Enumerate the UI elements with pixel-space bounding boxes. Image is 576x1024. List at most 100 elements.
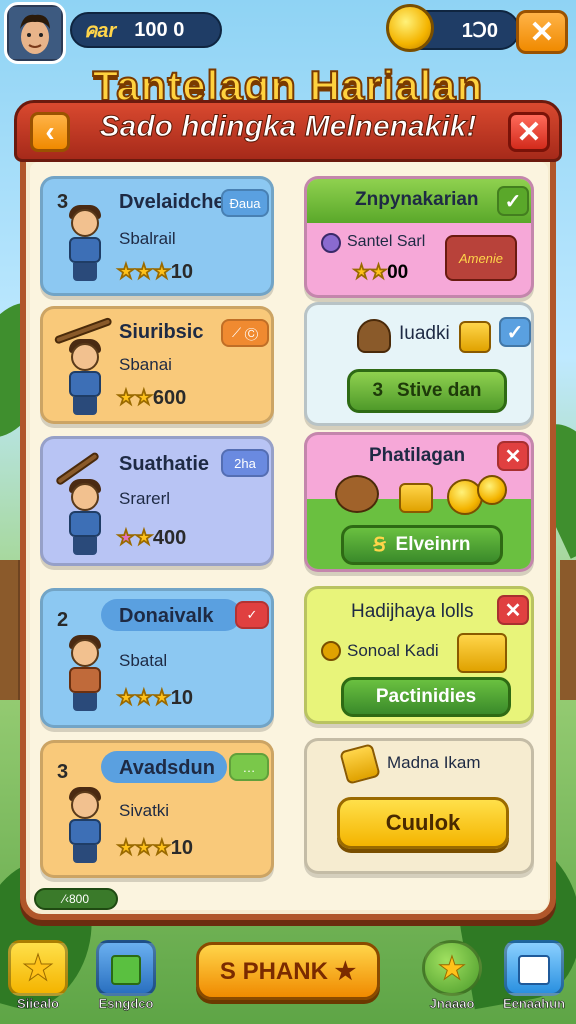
reward-title: Hadijhaya lolls — [351, 601, 474, 622]
quest-subtitle: Sbalrail — [119, 229, 176, 248]
progress-bar: ⁄‹800 — [34, 888, 118, 910]
star-icon: ★ — [117, 527, 136, 550]
reward-item: Iuadki — [399, 323, 450, 344]
gift-icon — [111, 955, 141, 985]
quest-tag[interactable]: Ɖaua — [221, 189, 269, 217]
claim-button-label: Stive dan — [397, 380, 482, 401]
gem-icon — [321, 641, 341, 661]
close-icon[interactable]: ✕ — [497, 595, 529, 625]
star-icon: ★★★ — [117, 261, 172, 284]
calendar-icon — [518, 955, 550, 985]
reward-badge: Amenie — [445, 235, 517, 281]
claim-button[interactable]: Pactinidies — [341, 677, 511, 717]
character-icon — [57, 335, 113, 423]
character-icon — [57, 783, 113, 871]
back-button[interactable]: ‹ — [30, 112, 70, 152]
star-icon: ★★ — [352, 262, 388, 284]
star-icon: ★ — [437, 950, 467, 987]
quest-number: 3 — [57, 761, 69, 783]
quest-subtitle: Sbatal — [119, 651, 168, 670]
gem-value: 1Ↄ0 — [461, 19, 498, 42]
check-icon[interactable]: ✓ — [497, 186, 529, 216]
reward-card[interactable]: Madna Ikam Cuulok — [304, 738, 534, 874]
panel-subtitle: Sado hdingka Melnenakik! — [99, 110, 477, 144]
sack-icon — [357, 319, 391, 353]
star-icon: ★ — [134, 527, 153, 550]
pet-icon — [335, 475, 379, 513]
gem-icon — [321, 233, 341, 253]
reward-card[interactable]: Phatilagan ✕ Ꞩ Elveinrn — [304, 432, 534, 572]
nav-button-eenaahun[interactable] — [504, 940, 564, 996]
reward-card[interactable]: Iuadki ✓ 3 Stive dan — [304, 302, 534, 426]
check-icon[interactable]: ✓ — [499, 317, 531, 347]
quest-reward: ★★400 — [117, 525, 187, 550]
gold-coin-icon — [386, 4, 434, 52]
close-panel-button[interactable]: ✕ — [508, 112, 550, 152]
chest-icon — [457, 633, 507, 673]
star-icon: ★ — [21, 947, 55, 989]
reward-card[interactable]: Hadijhaya lolls ✕ Sonoal Kadi Pactinidie… — [304, 586, 534, 724]
claim-button[interactable]: Ꞩ Elveinrn — [341, 525, 503, 565]
reward-value: 10 — [170, 837, 194, 859]
quest-card[interactable]: Siuribsic ⟋ Ⓒ Sbanai ★★600 — [40, 306, 274, 424]
claim-button-num: Ꞩ — [373, 534, 386, 556]
quest-card[interactable]: Suathatie 2ha Srarerl ★★400 — [40, 436, 274, 566]
quest-name: Siuribsic — [119, 321, 204, 343]
quest-tag[interactable]: 2ha — [221, 449, 269, 477]
reward-value: 10 — [170, 687, 194, 709]
nav-label: Eenaahun — [502, 996, 566, 1012]
nav-button-esngdco[interactable] — [96, 940, 156, 996]
claim-button[interactable]: 3 Stive dan — [347, 369, 507, 413]
main-action-button[interactable]: S PHANK ★ — [196, 942, 380, 1000]
coin-counter: คar 100 0 — [70, 12, 222, 48]
quest-tag[interactable]: ⟋ Ⓒ — [221, 319, 269, 347]
unlock-button[interactable]: Cuulok — [337, 797, 509, 849]
quest-reward: ★★★10 — [117, 259, 194, 284]
nav-button-siiealo[interactable]: ★ — [8, 940, 68, 996]
quest-card[interactable]: 2 Donaivalk ✓ Sbatal ★★★10 — [40, 588, 274, 728]
coin-value: 100 0 — [134, 18, 185, 41]
reward-stars: ★★00 — [352, 261, 409, 284]
ticket-icon — [339, 743, 381, 785]
quest-reward: ★★600 — [117, 385, 187, 410]
player-avatar[interactable] — [4, 2, 66, 64]
nav-button-jnaaao[interactable]: ★ — [422, 940, 482, 996]
quest-card[interactable]: 3 Avadsdun … Sivatki ★★★10 — [40, 740, 274, 878]
reward-item: Madna Ikam — [387, 753, 481, 772]
claim-button-label: Elveinrn — [395, 534, 471, 555]
reward-item: Sonoal Kadi — [347, 641, 439, 660]
reward-item: Santel Sarl — [347, 233, 426, 250]
quest-name: Suathatie — [119, 453, 210, 475]
star-icon: ★★★ — [117, 687, 172, 710]
close-icon[interactable]: ✕ — [497, 441, 529, 471]
reward-stars-value: 00 — [387, 262, 409, 283]
claim-button-num: 3 — [372, 380, 384, 401]
quest-card[interactable]: 3 Dvelaidche Ɖaua Sbalrail ★★★10 — [40, 176, 274, 296]
quest-reward: ★★★10 — [117, 685, 194, 710]
quest-subtitle: Sbanai — [119, 355, 172, 374]
reward-title: Znpynakarian — [355, 189, 479, 210]
character-icon — [57, 201, 113, 289]
quest-number: 2 — [57, 609, 69, 631]
quest-name: Donaivalk — [119, 605, 214, 627]
quest-subtitle: Sivatki — [119, 801, 170, 820]
reward-title: Phatilagan — [369, 445, 466, 466]
quest-name: Dvelaidche — [119, 191, 225, 213]
reward-value: 400 — [152, 527, 187, 549]
coin-label: คar — [84, 20, 117, 42]
nav-label: Siiealo — [17, 996, 60, 1012]
quest-tag[interactable]: ✓ — [235, 601, 269, 629]
quest-tag[interactable]: … — [229, 753, 269, 781]
quest-subtitle: Srarerl — [119, 489, 171, 508]
nav-label: Esngdco — [98, 996, 154, 1012]
coin-pile-icon — [477, 475, 507, 505]
reward-value: 10 — [170, 261, 194, 283]
quest-name: Avadsdun — [119, 757, 215, 779]
character-icon — [57, 475, 113, 563]
top-bar: คar 100 0 1Ↄ0 ✕ — [0, 0, 576, 64]
star-icon: ★★★ — [117, 837, 172, 860]
chest-icon — [459, 321, 491, 353]
reward-card[interactable]: Znpynakarian ✓ Santel Sarl ★★00 Amenie — [304, 176, 534, 298]
nav-label: Jnaaao — [429, 996, 475, 1012]
close-button[interactable]: ✕ — [516, 10, 568, 54]
